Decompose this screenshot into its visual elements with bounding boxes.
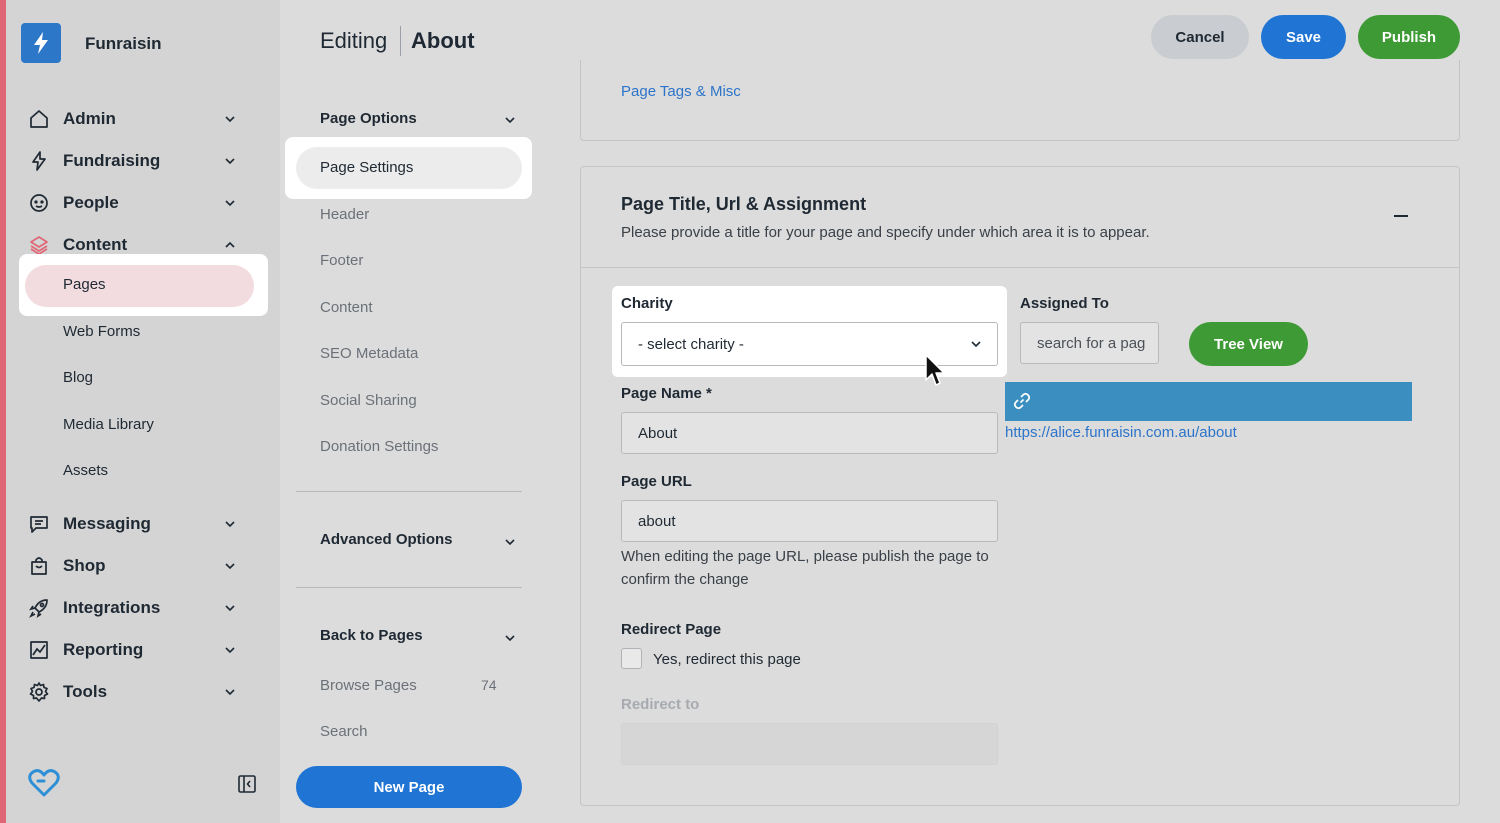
new-page-button[interactable]: New Page — [296, 766, 522, 808]
chevron-down-icon — [225, 563, 235, 570]
lightning-icon — [28, 150, 50, 172]
sidebar-item-label: Shop — [63, 556, 106, 575]
chat-icon — [28, 513, 50, 535]
assigned-to-search-input[interactable]: search for a pag — [1020, 322, 1159, 364]
chevron-down-icon[interactable] — [503, 113, 517, 127]
divider — [296, 491, 522, 492]
chart-icon — [28, 639, 50, 661]
sidebar-item-tools[interactable]: Tools — [28, 677, 248, 707]
page-title-card — [580, 166, 1460, 806]
sidebar-item-people[interactable]: People — [28, 188, 248, 218]
brand-name: Funraisin — [85, 34, 162, 53]
chevron-down-icon[interactable] — [503, 631, 517, 645]
assigned-to-label: Assigned To — [1020, 295, 1109, 312]
redirect-to-label: Redirect to — [621, 696, 700, 713]
home-icon — [28, 108, 50, 130]
page-url-input[interactable]: about — [621, 500, 998, 542]
editing-label: Editing — [320, 28, 388, 53]
page-options-item-social-sharing[interactable]: Social Sharing — [320, 392, 417, 409]
sidebar-item-label: Reporting — [63, 640, 144, 659]
page-name-input[interactable]: About — [621, 412, 998, 454]
chevron-down-icon — [225, 200, 235, 207]
sidebar-subitem-web-forms[interactable]: Web Forms — [63, 323, 140, 340]
chevron-down-icon — [225, 116, 235, 123]
chevron-down-icon — [225, 605, 235, 612]
page-url-link[interactable]: https://alice.funraisin.com.au/about — [1005, 424, 1237, 441]
page-options-item-seo-metadata[interactable]: SEO Metadata — [320, 345, 418, 362]
funraisin-logo[interactable] — [21, 23, 61, 63]
shopping-bag-icon — [28, 555, 50, 577]
chevron-down-icon — [225, 689, 235, 696]
chevron-up-icon — [225, 241, 235, 248]
page-options-item-footer[interactable]: Footer — [320, 252, 363, 269]
page-options-item-label: Page Settings — [320, 159, 414, 176]
sidebar-item-label: Messaging — [63, 514, 151, 533]
sidebar-item-admin[interactable]: Admin — [28, 104, 248, 134]
chevron-down-icon[interactable] — [503, 535, 517, 549]
sidebar-item-messaging[interactable]: Messaging — [28, 509, 248, 539]
divider — [296, 587, 522, 588]
tree-view-button[interactable]: Tree View — [1189, 322, 1308, 366]
page-tags-link[interactable]: Page Tags & Misc — [621, 83, 741, 100]
cancel-button[interactable]: Cancel — [1151, 15, 1249, 59]
chevron-down-icon — [971, 341, 981, 348]
sidebar-subitem-blog[interactable]: Blog — [63, 369, 93, 386]
header-separator — [400, 26, 401, 56]
gear-icon — [28, 681, 50, 703]
page-options-item-content[interactable]: Content — [320, 299, 373, 316]
sidebar-item-shop[interactable]: Shop — [28, 551, 248, 581]
sidebar-item-label: Tools — [63, 682, 108, 701]
page-options-title[interactable]: Page Options — [320, 110, 417, 127]
page-tags-card — [580, 60, 1460, 141]
charity-label: Charity — [621, 295, 673, 312]
lightning-logo-icon — [34, 32, 48, 54]
divider — [581, 267, 1459, 268]
page-url-help-text: When editing the page URL, please publis… — [621, 548, 989, 588]
link-icon — [1013, 392, 1031, 410]
browse-pages-count: 74 — [481, 677, 497, 693]
heart-logo-icon[interactable] — [28, 768, 60, 798]
sidebar: Funraisin Admin Fundraising People Conte… — [6, 0, 280, 823]
sidebar-item-label: People — [63, 193, 119, 212]
sidebar-item-label: Admin — [63, 109, 116, 128]
publish-button[interactable]: Publish — [1358, 15, 1460, 59]
sidebar-item-fundraising[interactable]: Fundraising — [28, 146, 248, 176]
advanced-options-title[interactable]: Advanced Options — [320, 531, 453, 548]
page-options-item-header[interactable]: Header — [320, 206, 369, 223]
redirect-checkbox-label[interactable]: Yes, redirect this page — [653, 651, 801, 668]
page-options-item-donation-settings[interactable]: Donation Settings — [320, 438, 438, 455]
redirect-checkbox[interactable] — [621, 648, 642, 669]
sidebar-subitem-label: Pages — [63, 276, 106, 293]
sidebar-item-integrations[interactable]: Integrations — [28, 593, 248, 623]
layers-icon — [28, 234, 50, 256]
mouse-cursor-icon — [925, 354, 945, 386]
sidebar-item-reporting[interactable]: Reporting — [28, 635, 248, 665]
section-description: Please provide a title for your page and… — [621, 224, 1150, 241]
url-preview-bar — [1005, 382, 1412, 421]
sidebar-subitem-pages[interactable] — [25, 265, 254, 307]
rocket-icon — [28, 597, 50, 619]
chevron-down-icon — [225, 158, 235, 165]
sidebar-subitem-media-library[interactable]: Media Library — [63, 416, 154, 433]
redirect-to-input[interactable] — [621, 723, 998, 765]
sidebar-item-label: Fundraising — [63, 151, 161, 170]
sidebar-collapse-icon[interactable] — [237, 774, 257, 794]
search-pages-link[interactable]: Search — [320, 723, 368, 740]
sidebar-subitem-assets[interactable]: Assets — [63, 462, 108, 479]
save-button[interactable]: Save — [1261, 15, 1346, 59]
chevron-down-icon — [225, 647, 235, 654]
back-to-pages-title[interactable]: Back to Pages — [320, 627, 423, 644]
page-title: About — [411, 28, 475, 53]
chevron-down-icon — [225, 521, 235, 528]
page-url-label: Page URL — [621, 473, 692, 490]
browse-pages-link[interactable]: Browse Pages — [320, 677, 417, 694]
page-name-label: Page Name * — [621, 385, 712, 402]
collapse-minus-icon[interactable] — [1394, 215, 1408, 217]
redirect-page-label: Redirect Page — [621, 621, 722, 638]
sidebar-item-label: Integrations — [63, 598, 161, 617]
face-icon — [28, 192, 50, 214]
sidebar-item-label: Content — [63, 235, 128, 254]
section-title: Page Title, Url & Assignment — [621, 194, 867, 214]
